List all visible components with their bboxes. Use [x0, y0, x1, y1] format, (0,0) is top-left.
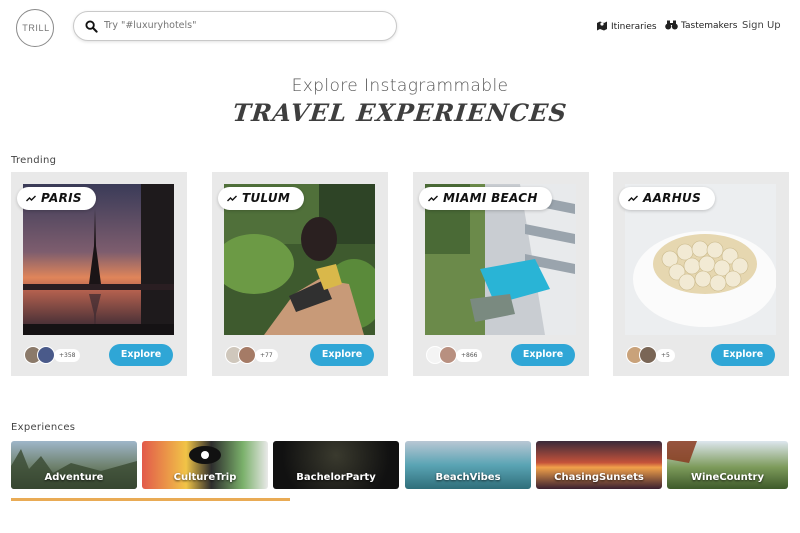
nav-itineraries-label: Itineraries	[611, 22, 657, 32]
experiences-scrollbar[interactable]	[11, 498, 787, 501]
explore-button[interactable]: Explore	[109, 344, 173, 366]
city-name: PARIS	[41, 191, 82, 205]
hero-subtitle: Explore Instagrammable	[291, 76, 509, 96]
avatar[interactable]	[37, 346, 55, 364]
binoculars-icon	[665, 20, 678, 30]
nav-itineraries[interactable]: Itineraries	[596, 20, 657, 32]
avatar[interactable]	[639, 346, 657, 364]
search-bar[interactable]	[73, 11, 397, 41]
tastemaker-count: +77	[255, 349, 278, 362]
experience-chasingsunsets[interactable]: ChasingSunsets	[536, 441, 662, 489]
explore-button[interactable]: Explore	[711, 344, 775, 366]
search-icon	[85, 20, 98, 33]
experience-winecountry[interactable]: WineCountry	[667, 441, 788, 489]
trending-card-paris[interactable]: PARIS +358 Explore	[11, 172, 187, 376]
trill-logo[interactable]: TRILL	[16, 9, 54, 47]
trending-card-aarhus[interactable]: AARHUS +5 Explore	[613, 172, 789, 376]
tastemaker-count: +358	[54, 349, 81, 362]
explore-button[interactable]: Explore	[310, 344, 374, 366]
nav-tastemakers-label: Tastemakers	[681, 21, 738, 31]
trending-icon	[428, 195, 438, 202]
experience-label: Adventure	[44, 472, 104, 483]
explore-button[interactable]: Explore	[511, 344, 575, 366]
experience-label: BeachVibes	[435, 472, 501, 483]
experiences-scroll-thumb[interactable]	[11, 498, 291, 501]
city-pill-aarhus[interactable]: AARHUS	[619, 187, 716, 210]
experience-label: CultureTrip	[173, 472, 237, 483]
sign-up-link[interactable]: Sign Up	[742, 20, 781, 31]
city-pill-miami-beach[interactable]: MIAMI BEACH	[419, 187, 552, 210]
trending-icon	[628, 195, 638, 202]
experiences-label: Experiences	[11, 422, 76, 433]
experience-label: WineCountry	[690, 472, 765, 483]
trending-card-miami-beach[interactable]: MIAMI BEACH +866 Explore	[413, 172, 589, 376]
avatar[interactable]	[439, 346, 457, 364]
search-input[interactable]	[104, 20, 384, 31]
trending-label: Trending	[11, 155, 57, 166]
city-name: MIAMI BEACH	[443, 191, 538, 205]
hero-title: TRAVEL EXPERIENCES	[231, 98, 569, 127]
experience-label: ChasingSunsets	[554, 472, 644, 483]
city-name: AARHUS	[643, 191, 702, 205]
trending-icon	[26, 195, 36, 202]
nav-tastemakers[interactable]: Tastemakers	[665, 20, 737, 31]
experience-label: BachelorParty	[296, 472, 376, 483]
avatar[interactable]	[238, 346, 256, 364]
trending-card-tulum[interactable]: TULUM +77 Explore	[212, 172, 388, 376]
trending-icon	[227, 195, 237, 202]
experience-adventure[interactable]: Adventure	[11, 441, 137, 489]
tastemaker-count: +5	[656, 349, 675, 362]
map-icon	[597, 21, 607, 31]
tastemaker-count: +866	[456, 349, 483, 362]
experience-culturetrip[interactable]: CultureTrip	[142, 441, 268, 489]
logo-text: TRILL	[22, 23, 50, 33]
city-pill-paris[interactable]: PARIS	[17, 187, 96, 210]
city-pill-tulum[interactable]: TULUM	[218, 187, 305, 210]
city-name: TULUM	[242, 191, 291, 205]
experience-bachelorparty[interactable]: BachelorParty	[273, 441, 399, 489]
experience-beachvibes[interactable]: BeachVibes	[405, 441, 531, 489]
